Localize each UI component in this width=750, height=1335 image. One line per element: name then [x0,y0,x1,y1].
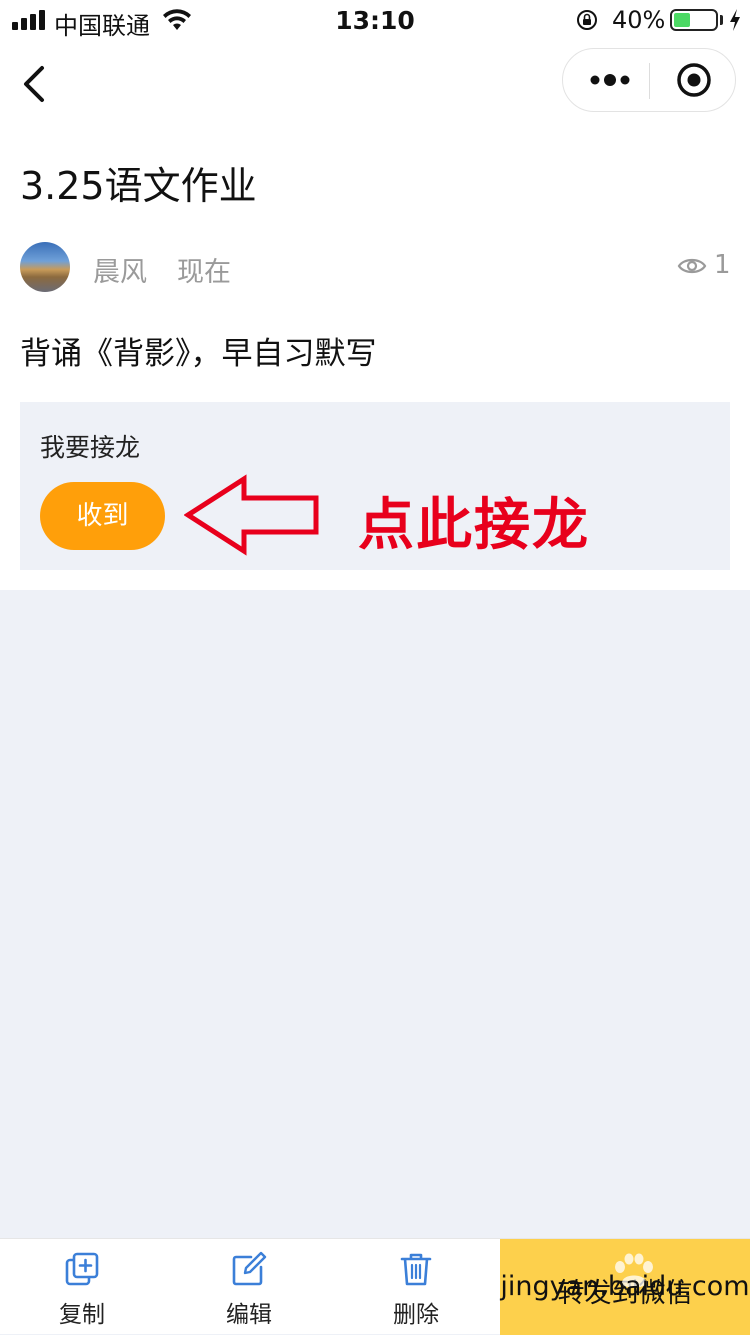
author-name: 晨风 [93,257,147,288]
back-chevron-icon[interactable] [18,62,50,106]
jielong-panel: 我要接龙 收到 点此接龙 [20,402,730,570]
delete-button[interactable]: 删除 [356,1239,476,1335]
battery-tip [720,15,723,25]
copy-label: 复制 [59,1302,105,1328]
annotation-text: 点此接龙 [358,493,590,558]
view-count: 1 [714,250,731,280]
delete-label: 删除 [393,1302,439,1328]
charging-bolt-icon [730,9,740,31]
battery-icon [670,9,718,31]
eye-icon [677,258,707,274]
close-target-icon[interactable] [676,62,712,98]
avatar[interactable] [20,242,70,292]
post-content: 背诵《背影》，早自习默写 [20,336,377,372]
battery-percent: 40% [612,6,666,34]
trash-icon [400,1253,432,1286]
post-title: 3.25语文作业 [20,164,257,208]
orientation-lock-icon [577,10,597,30]
bottom-toolbar: 复制 编辑 删除 转发到微信 jingyan.baidu.com [0,1238,750,1335]
jielong-label: 我要接龙 [40,433,141,462]
post-time: 现在 [177,257,231,288]
forward-to-wechat-button[interactable]: 转发到微信 jingyan.baidu.com [500,1239,750,1335]
edit-label: 编辑 [226,1302,272,1328]
left-arrow-annotation-icon [184,474,319,556]
more-dots-icon[interactable] [589,69,631,91]
edit-icon [232,1251,267,1286]
status-bar: 中国联通 13:10 40% [0,0,750,40]
miniprogram-capsule [562,48,736,112]
watermark-text: jingyan.baidu.com [500,1271,750,1302]
capsule-divider [649,63,650,99]
copy-icon [65,1252,99,1286]
copy-button[interactable]: 复制 [22,1239,142,1335]
receive-button[interactable]: 收到 [40,482,165,550]
battery-level [674,13,690,27]
edit-button[interactable]: 编辑 [189,1239,309,1335]
